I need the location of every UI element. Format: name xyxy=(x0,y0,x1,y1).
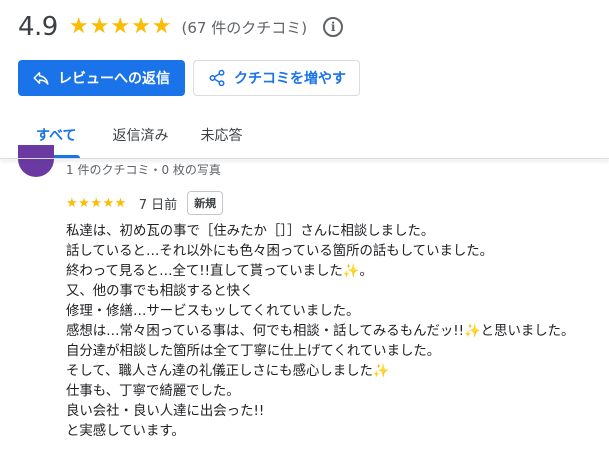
get-more-reviews-button[interactable]: クチコミを増やす xyxy=(193,60,360,96)
reply-button-label: レビューへの返信 xyxy=(58,71,170,87)
share-icon xyxy=(208,69,226,87)
star-icon: ★ xyxy=(68,14,89,39)
review-text-line: そして、職人さん達の礼儀正しさにも感心しました✨ xyxy=(66,364,390,379)
star-icon: ★ xyxy=(89,14,110,39)
review-filter-tabs: すべて 返信済み 未応答 xyxy=(0,112,609,158)
review-text-line: 又、他の事でも相談すると快く xyxy=(66,284,254,299)
tab-unanswered[interactable]: 未応答 xyxy=(200,112,242,158)
reply-icon xyxy=(32,69,50,87)
reviewer-meta: 1 件のクチコミ・0 枚の写真 xyxy=(66,163,221,177)
new-badge: 新規 xyxy=(187,191,224,215)
avatar[interactable] xyxy=(18,145,54,177)
average-rating: 4.9 xyxy=(18,12,58,42)
review-text-line: 感想は…常々困っている事は、何でも相談・話してみるもんだッ!!✨と思いました。 xyxy=(66,324,575,339)
review-text-line: 終わって見ると…全て!!直して貰っていました✨。 xyxy=(66,264,373,279)
star-icon: ★ xyxy=(90,195,102,211)
review-rating-row: ★ ★ ★ ★ ★ 7 日前 新規 xyxy=(66,191,224,215)
info-icon[interactable]: i xyxy=(323,17,344,37)
review-text-line: 自分達が相談した箇所は全て丁寧に仕上げてくれていました。 xyxy=(66,344,441,359)
star-icon: ★ xyxy=(102,195,115,211)
star-icon: ★ xyxy=(78,195,90,211)
review-text-line: 修理・修繕…サービスもッしてくれていました。 xyxy=(66,304,360,319)
star-icon: ★ xyxy=(66,195,78,211)
share-button-label: クチコミを増やす xyxy=(234,71,346,87)
star-icon: ★ xyxy=(151,14,172,39)
star-icon: ★ xyxy=(114,195,127,211)
review-text-line: 私達は、初め瓦の事で［住みたか［］］さんに相談しました。 xyxy=(66,224,435,239)
review-date: 7 日前 xyxy=(138,197,178,213)
tab-replied[interactable]: 返信済み xyxy=(112,112,168,158)
rating-stars: ★ ★ ★ ★ ★ xyxy=(69,16,173,38)
star-icon: ★ xyxy=(131,14,151,39)
rating-summary: 4.9 ★ ★ ★ ★ ★ (67 件のクチコミ) i xyxy=(18,10,344,44)
review-text-line: 仕事も、丁寧で綺麗でした。 xyxy=(66,384,240,399)
review-text-line: 良い会社・良い人達に出会った!! xyxy=(66,404,265,419)
reply-to-reviews-button[interactable]: レビューへの返信 xyxy=(18,60,185,96)
review-text-line: 話していると…それ以外にも色々困っている箇所の話もしていました。 xyxy=(66,244,494,259)
review-count: (67 件のクチコミ) xyxy=(181,18,308,37)
review-text: 私達は、初め瓦の事で［住みたか［］］さんに相談しました。 話していると…それ以外… xyxy=(66,222,606,442)
star-icon: ★ xyxy=(110,14,131,39)
tabs-divider xyxy=(0,158,609,159)
review-text-line: と実感しています。 xyxy=(66,424,185,439)
